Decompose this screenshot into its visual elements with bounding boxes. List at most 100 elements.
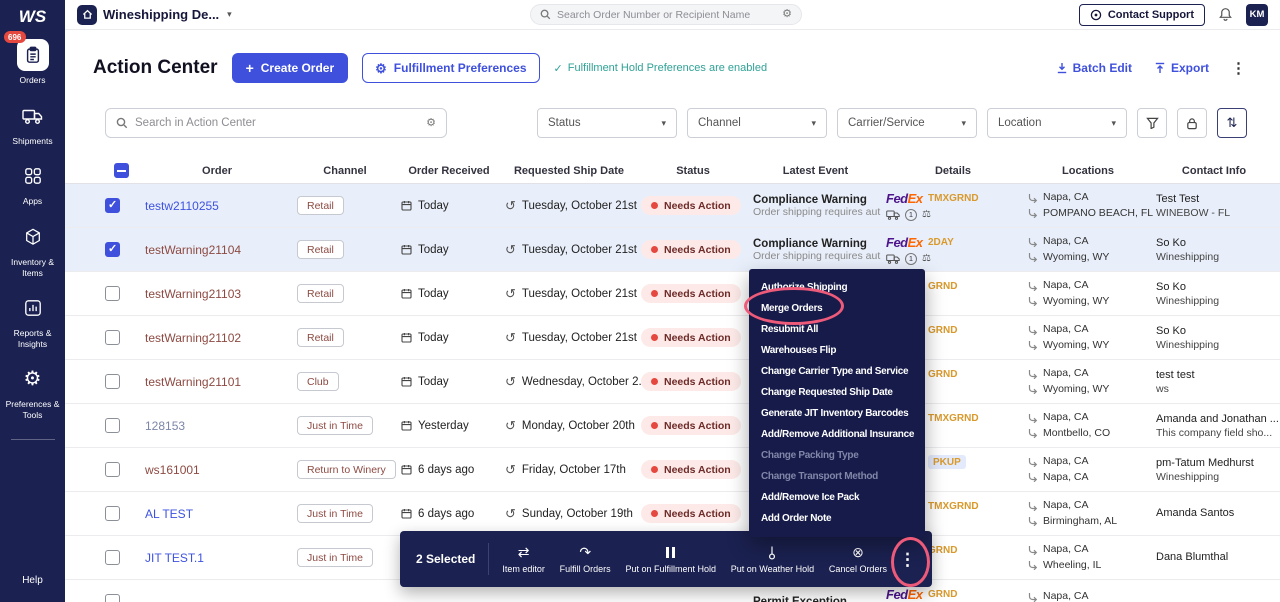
create-order-button[interactable]: + Create Order (232, 53, 349, 83)
global-search-input[interactable] (557, 9, 776, 21)
page-kebab-menu[interactable]: ⋮ (1231, 59, 1246, 77)
download-icon (1056, 62, 1068, 74)
contact-name: Dana Blumthal (1156, 551, 1228, 563)
row-checkbox[interactable] (105, 506, 120, 521)
menu-item[interactable]: Add Order Note (749, 508, 925, 529)
select-all-checkbox[interactable] (114, 163, 129, 178)
action-center-search-input[interactable] (135, 117, 419, 129)
search-icon (116, 117, 128, 129)
row-checkbox[interactable] (105, 550, 120, 565)
order-received-value: Today (418, 244, 449, 256)
row-checkbox[interactable] (105, 374, 120, 389)
curved-arrow-icon: ↷ (579, 545, 591, 560)
package-count-badge: 1 (905, 209, 917, 221)
contact-name: So Ko (1156, 237, 1186, 249)
sidebar-item-shipments[interactable]: Shipments (4, 100, 62, 147)
company-selector[interactable]: Wineshipping De... ▾ (77, 5, 232, 25)
menu-item[interactable]: Change Carrier Type and Service (749, 361, 925, 382)
status-dot-icon (651, 334, 658, 341)
filter-funnel-button[interactable] (1137, 108, 1167, 138)
ship-date-value: Sunday, October 19th (522, 508, 633, 520)
destination-location: Birmingham, AL (1043, 514, 1117, 529)
menu-item[interactable]: Generate JIT Inventory Barcodes (749, 403, 925, 424)
sidebar-divider (11, 439, 55, 440)
sidebar-item-reports[interactable]: Reports & Insights (4, 292, 62, 349)
row-checkbox[interactable] (105, 418, 120, 433)
order-received-value: 6 days ago (418, 508, 474, 520)
schedule-clock-icon: ↺ (505, 199, 516, 212)
row-checkbox[interactable] (105, 462, 120, 477)
row-checkbox[interactable] (105, 594, 120, 602)
sidebar-item-apps[interactable]: Apps (4, 160, 62, 207)
menu-item[interactable]: Authorize Shipping (749, 277, 925, 298)
contact-name: pm-Tatum Medhurst (1156, 457, 1254, 469)
avatar[interactable]: KM (1246, 4, 1268, 26)
status-badge: Needs Action (641, 196, 741, 215)
status-badge: Needs Action (641, 460, 741, 479)
fulfill-orders-button[interactable]: ↷ Fulfill Orders (560, 545, 611, 574)
carrier-logo: FedEx (886, 587, 928, 602)
search-settings-gear-icon[interactable]: ⚙ (782, 9, 792, 20)
status-badge: Needs Action (641, 328, 741, 347)
export-button[interactable]: Export (1154, 61, 1209, 75)
order-link[interactable]: testWarning21103 (145, 287, 241, 301)
order-link[interactable]: 128153 (145, 419, 185, 433)
menu-item[interactable]: Add/Remove Ice Pack (749, 487, 925, 508)
cancel-orders-button[interactable]: ⊗ Cancel Orders (829, 545, 887, 574)
order-link[interactable]: testWarning21102 (145, 331, 241, 345)
order-link[interactable]: testWarning21104 (145, 243, 241, 257)
row-checkbox[interactable] (105, 330, 120, 345)
menu-item[interactable]: Warehouses Flip (749, 340, 925, 361)
item-editor-button[interactable]: ⇄ Item editor (502, 545, 545, 574)
channel-pill: Retail (297, 240, 344, 259)
notifications-bell-icon[interactable] (1218, 7, 1233, 22)
batch-edit-button[interactable]: Batch Edit (1056, 61, 1132, 75)
calendar-icon (401, 420, 412, 431)
schedule-clock-icon: ↺ (505, 375, 516, 388)
row-checkbox[interactable] (105, 286, 120, 301)
channel-pill: Club (297, 372, 339, 391)
menu-item[interactable]: Merge Orders (749, 298, 925, 319)
sidebar-item-label: Inventory & Items (4, 257, 62, 278)
weather-hold-button[interactable]: Put on Weather Hold (731, 545, 814, 574)
origin-location: Napa, CA (1043, 322, 1089, 337)
location-filter-dropdown[interactable]: Location▾ (987, 108, 1127, 138)
sidebar-item-help[interactable]: Help (22, 575, 43, 586)
schedule-clock-icon: ↺ (505, 331, 516, 344)
contact-support-button[interactable]: Contact Support (1079, 4, 1205, 26)
ship-date-value: Tuesday, October 21st (522, 200, 637, 212)
sidebar-item-inventory[interactable]: Inventory & Items (4, 221, 62, 278)
fulfillment-hold-button[interactable]: Put on Fulfillment Hold (625, 545, 716, 574)
sidebar-item-orders[interactable]: 696 Orders (4, 39, 62, 86)
calendar-icon (401, 508, 412, 519)
order-link[interactable]: testWarning21101 (145, 375, 241, 389)
order-link[interactable]: JIT TEST.1 (145, 551, 204, 565)
lock-button[interactable] (1177, 108, 1207, 138)
row-checkbox[interactable] (105, 242, 120, 257)
main-content: Action Center + Create Order ⚙ Fulfillme… (65, 30, 1280, 602)
menu-item[interactable]: Resubmit All (749, 319, 925, 340)
row-checkbox[interactable] (105, 198, 120, 213)
sidebar-item-preferences[interactable]: ⚙ Preferences & Tools (4, 363, 62, 420)
calendar-icon (401, 332, 412, 343)
swap-arrows-icon: ⇄ (518, 545, 530, 560)
shipment-truck-icon (886, 210, 900, 220)
order-link[interactable]: testw2110255 (145, 199, 219, 213)
fulfillment-preferences-button[interactable]: ⚙ Fulfillment Preferences (362, 53, 539, 83)
menu-item[interactable]: Add/Remove Additional Insurance (749, 424, 925, 445)
service-code: GRND (928, 281, 957, 292)
route-arrow-icon (1028, 369, 1038, 379)
order-link[interactable]: AL TEST (145, 507, 193, 521)
origin-location: Napa, CA (1043, 542, 1089, 557)
sort-button[interactable]: ⇅ (1217, 108, 1247, 138)
contact-name: Test Test (1156, 193, 1199, 205)
bar-more-actions-kebab[interactable]: ⋮ (899, 551, 916, 568)
channel-pill: Just in Time (297, 416, 373, 435)
search-settings-gear-icon[interactable]: ⚙ (426, 118, 436, 129)
menu-item[interactable]: Change Requested Ship Date (749, 382, 925, 403)
order-link[interactable]: ws161001 (145, 463, 200, 477)
status-filter-dropdown[interactable]: Status▾ (537, 108, 677, 138)
destination-location: Wyoming, WY (1043, 382, 1109, 397)
channel-filter-dropdown[interactable]: Channel▾ (687, 108, 827, 138)
carrier-service-filter-dropdown[interactable]: Carrier/Service▾ (837, 108, 977, 138)
